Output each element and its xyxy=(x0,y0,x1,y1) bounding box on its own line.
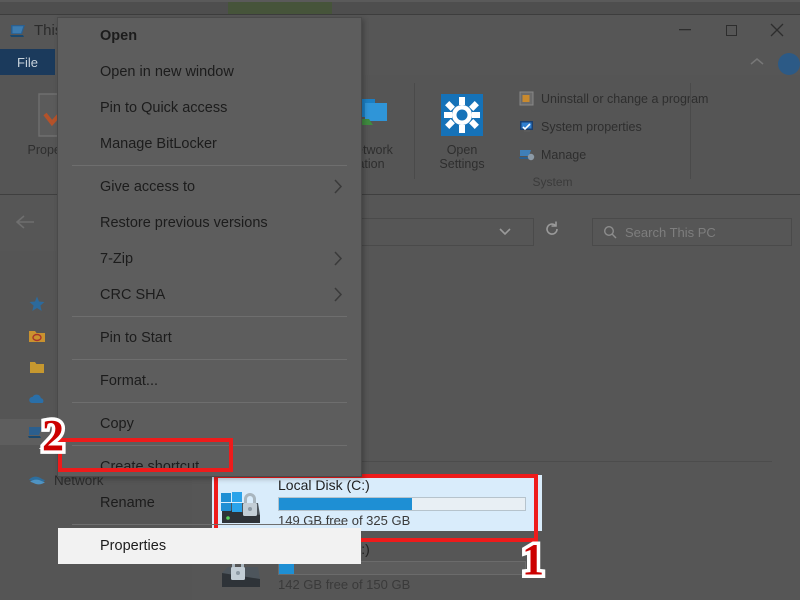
onedrive-folder-icon xyxy=(29,331,45,342)
context-menu-pin-to-start-label: Pin to Start xyxy=(100,330,172,346)
manage-computer-item[interactable]: Manage xyxy=(519,147,586,163)
drives-group-rule xyxy=(352,461,772,462)
uninstall-program-item[interactable]: Uninstall or change a program xyxy=(519,91,708,107)
context-menu-manage-bitlocker-label: Manage BitLocker xyxy=(100,136,217,152)
chevron-right-icon xyxy=(334,179,343,194)
desktop-strip xyxy=(0,0,800,2)
close-button[interactable] xyxy=(754,15,800,45)
context-menu-open[interactable]: Open xyxy=(58,18,361,54)
search-input[interactable]: Search This PC xyxy=(592,218,792,246)
chevron-down-icon[interactable] xyxy=(498,227,512,237)
context-menu-separator-2 xyxy=(72,316,347,317)
context-menu-separator-6 xyxy=(72,524,347,525)
context-menu-pin-to-quick-access[interactable]: Pin to Quick access xyxy=(58,90,361,126)
close-icon xyxy=(770,23,784,37)
context-menu-format-label: Format... xyxy=(100,373,159,389)
onedrive-cloud-icon xyxy=(29,394,44,403)
context-menu-separator-1 xyxy=(72,165,347,166)
context-menu-7-zip-label: 7-Zip xyxy=(100,251,134,267)
context-menu-crc-sha-label: CRC SHA xyxy=(100,287,166,303)
system-properties-label: System properties xyxy=(541,120,642,134)
caption-buttons xyxy=(662,15,800,45)
screenshot-root: This PC File xyxy=(0,0,800,600)
folder-icon xyxy=(30,362,44,373)
uninstall-program-label: Uninstall or change a program xyxy=(541,92,709,106)
context-menu-open-in-new-window-label: Open in new window xyxy=(100,64,234,80)
context-menu-copy-label: Copy xyxy=(100,416,134,432)
system-properties-item[interactable]: System properties xyxy=(519,119,642,135)
context-menu-restore-previous-versions-label: Restore previous versions xyxy=(100,215,268,231)
chevron-up-icon[interactable] xyxy=(748,55,766,69)
quick-access-star-icon xyxy=(29,296,45,311)
open-settings-label-line2: Settings xyxy=(439,157,485,172)
refresh-icon xyxy=(546,221,558,235)
arrow-left-icon xyxy=(15,215,34,229)
context-menu-separator-3 xyxy=(72,359,347,360)
context-menu-pin-to-start[interactable]: Pin to Start xyxy=(58,320,361,356)
context-menu-properties[interactable]: Properties xyxy=(58,528,361,564)
context-menu-restore-previous-versions[interactable]: Restore previous versions xyxy=(58,205,361,241)
tab-file[interactable]: File xyxy=(0,49,55,75)
context-menu-give-access-to[interactable]: Give access to xyxy=(58,169,361,205)
chevron-right-icon xyxy=(334,287,343,302)
context-menu-pin-to-quick-access-label: Pin to Quick access xyxy=(100,100,228,116)
ribbon-group-system: Open Settings Uninstall or change a prog… xyxy=(415,75,708,195)
manage-computer-label: Manage xyxy=(541,148,587,162)
system-properties-icon xyxy=(520,121,533,132)
context-menu-copy[interactable]: Copy xyxy=(58,406,361,442)
refresh-button[interactable] xyxy=(543,220,569,244)
settings-gear-icon xyxy=(421,87,503,143)
context-menu-open-label: Open xyxy=(100,28,138,44)
context-menu-7-zip[interactable]: 7-Zip xyxy=(58,241,361,277)
back-button[interactable] xyxy=(14,213,36,235)
context-menu: Open Open in new window Pin to Quick acc… xyxy=(57,17,362,564)
context-menu-crc-sha[interactable]: CRC SHA xyxy=(58,277,361,313)
open-settings-label-line1: Open xyxy=(446,143,478,157)
context-menu-manage-bitlocker[interactable]: Manage BitLocker xyxy=(58,126,361,162)
context-menu-rename[interactable]: Rename xyxy=(58,485,361,521)
search-icon xyxy=(603,225,617,239)
tab-file-label: File xyxy=(17,54,38,70)
open-settings-button[interactable]: Open Settings xyxy=(421,87,503,172)
network-icon xyxy=(29,476,45,485)
highlight-context-menu-properties xyxy=(58,438,233,472)
context-menu-separator-4 xyxy=(72,402,347,403)
address-divider xyxy=(533,219,534,245)
uninstall-program-icon xyxy=(519,91,534,106)
this-pc-icon xyxy=(10,25,25,37)
context-menu-open-in-new-window[interactable]: Open in new window xyxy=(58,54,361,90)
minimize-button[interactable] xyxy=(662,15,708,45)
context-menu-format[interactable]: Format... xyxy=(58,363,361,399)
chevron-right-icon xyxy=(334,251,343,266)
ribbon-group-system-label: System xyxy=(532,175,573,189)
ribbon-separator-3 xyxy=(690,83,691,179)
maximize-button[interactable] xyxy=(708,15,754,45)
context-menu-properties-label: Properties xyxy=(100,538,167,554)
local-disk-d-usage-text: 142 GB free of 150 GB xyxy=(278,577,411,592)
search-placeholder: Search This PC xyxy=(625,224,716,240)
context-menu-give-access-to-label: Give access to xyxy=(100,179,196,195)
maximize-icon xyxy=(725,24,737,36)
context-menu-rename-label: Rename xyxy=(100,495,155,511)
help-circle-icon[interactable] xyxy=(778,53,800,75)
manage-computer-icon xyxy=(519,150,535,161)
